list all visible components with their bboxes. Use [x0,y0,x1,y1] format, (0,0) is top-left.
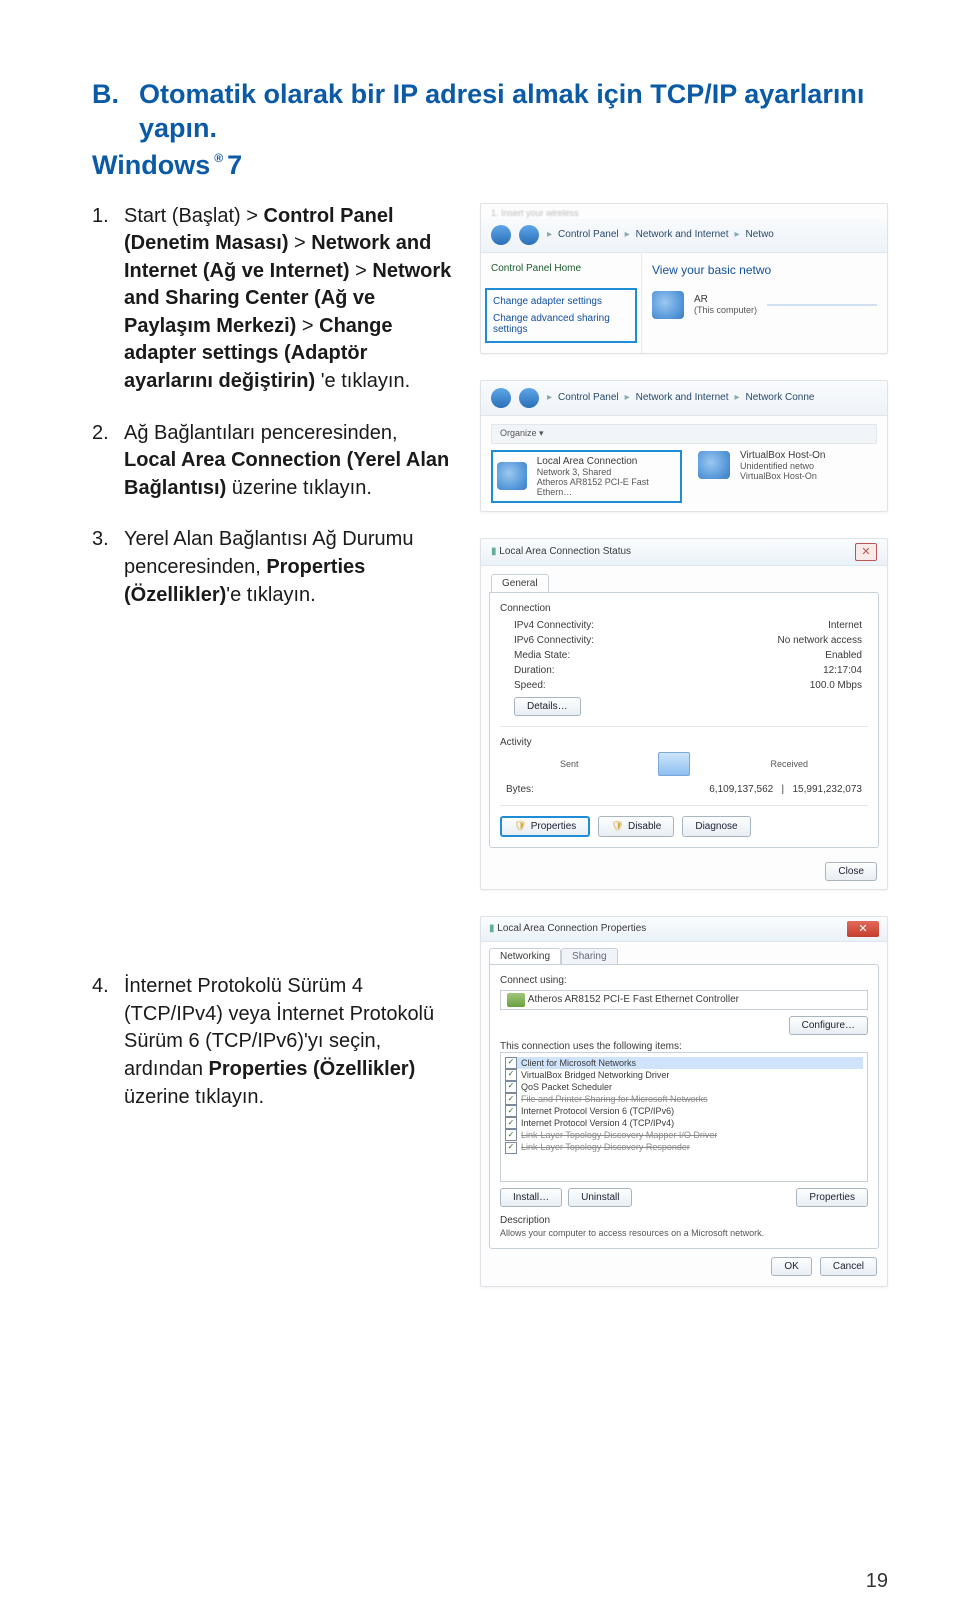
list-item[interactable]: ✓Client for Microsoft Networks [505,1057,863,1069]
screenshot-network-connections: ▸Control Panel ▸Network and Internet ▸Ne… [480,380,888,512]
group-activity: Activity [500,737,868,748]
list-item[interactable]: ✓QoS Packet Scheduler [505,1081,863,1093]
step-text: Ağ Bağlantıları penceresinden, Local Are… [124,420,452,503]
step-3: 3. Yerel Alan Bağlantısı Ağ Durumu pence… [92,526,452,609]
organize-menu[interactable]: Organize ▾ [500,428,544,439]
install-button[interactable]: Install… [500,1188,562,1207]
step-text: Start (Başlat) > Control Panel (Denetim … [124,203,452,396]
lac-name[interactable]: Local Area Connection [537,456,676,467]
subtitle: Windows ® 7 [92,150,888,181]
highlight-change-adapter: Change adapter settings Change advanced … [485,288,637,343]
monitor-icon: ▮ [489,923,495,934]
subtitle-os: Windows [92,150,210,181]
step-2: 2. Ağ Bağlantıları penceresinden, Local … [92,420,452,503]
step-text: İnternet Protokolü Sürüm 4 (TCP/IPv4) ve… [124,973,452,1111]
view-basic-heading: View your basic netwo [652,263,877,277]
list-item[interactable]: ✓File and Printer Sharing for Microsoft … [505,1093,863,1105]
monitor-icon: ▮ [491,546,497,557]
list-item[interactable]: ✓Internet Protocol Version 4 (TCP/IPv4) [505,1117,863,1129]
ok-button[interactable]: OK [771,1257,811,1276]
forward-icon[interactable] [519,388,539,408]
checkbox-icon[interactable]: ✓ [505,1142,517,1154]
properties-button[interactable]: 🛡Properties [500,816,590,837]
forward-icon[interactable] [519,225,539,245]
screenshot-lac-status: ▮ Local Area Connection Status ✕ General… [480,538,888,890]
section-label: B. [92,78,119,146]
vb-name[interactable]: VirtualBox Host-On [740,450,825,461]
window-title: Local Area Connection Status [499,546,631,557]
computer-sub: (This computer) [694,305,757,315]
computer-icon [652,291,684,319]
group-connection: Connection [500,603,868,614]
close-icon[interactable]: ✕ [847,921,879,937]
cancel-button[interactable]: Cancel [820,1257,877,1276]
list-item[interactable]: ✓Link-Layer Topology Discovery Responder [505,1141,863,1153]
description-text: Allows your computer to access resources… [500,1228,868,1238]
uses-label: This connection uses the following items… [500,1041,868,1052]
tab-networking[interactable]: Networking [489,948,561,964]
page-number: 19 [866,1570,888,1593]
section-title: Otomatik olarak bir IP adresi almak için… [139,78,888,146]
list-item[interactable]: ✓Link-Layer Topology Discovery Mapper I/… [505,1129,863,1141]
close-icon[interactable]: ✕ [855,543,877,561]
shield-icon: 🛡 [611,821,624,832]
step-1: 1. Start (Başlat) > Control Panel (Denet… [92,203,452,396]
disable-button[interactable]: 🛡Disable [598,816,674,837]
screenshot-control-panel: 1. Insert your wireless ▸Control Panel ▸… [480,203,888,354]
close-button[interactable]: Close [825,862,877,881]
checkbox-icon[interactable]: ✓ [505,1129,517,1141]
checkbox-icon[interactable]: ✓ [505,1069,517,1081]
step-num: 2. [92,420,114,503]
change-adapter-link[interactable]: Change adapter settings [493,296,629,307]
diagnose-button[interactable]: Diagnose [682,816,750,837]
step-num: 1. [92,203,114,396]
registered-mark: ® [214,152,223,164]
tab-general[interactable]: General [491,574,549,592]
details-button[interactable]: Details… [514,697,581,716]
cp-home[interactable]: Control Panel Home [491,263,631,274]
tab-sharing[interactable]: Sharing [561,948,617,964]
highlight-lac: Local Area Connection Network 3, Shared … [491,450,682,503]
breadcrumb[interactable]: ▸Control Panel ▸Network and Internet ▸Ne… [547,392,814,403]
change-adv-link[interactable]: Change advanced sharing settings [493,313,629,335]
activity-icon [658,752,690,776]
checkbox-icon[interactable]: ✓ [505,1057,517,1069]
adapter-icon[interactable] [698,451,730,479]
back-icon[interactable] [491,388,511,408]
computer-name: AR [694,294,757,305]
subtitle-ver: 7 [227,150,242,181]
step-num: 3. [92,526,114,609]
checkbox-icon[interactable]: ✓ [505,1081,517,1093]
shield-icon: 🛡 [514,821,527,832]
checkbox-icon[interactable]: ✓ [505,1093,517,1105]
step-num: 4. [92,973,114,1111]
screenshot-lac-properties: ▮ Local Area Connection Properties ✕ Net… [480,916,888,1287]
window-title: Local Area Connection Properties [497,923,646,934]
step-text: Yerel Alan Bağlantısı Ağ Durumu penceres… [124,526,452,609]
adapter-icon[interactable] [497,462,527,490]
nic-icon [507,993,525,1007]
blur-title: 1. Insert your wireless [481,204,887,218]
step-4: 4. İnternet Protokolü Sürüm 4 (TCP/IPv4)… [92,973,452,1111]
items-listbox[interactable]: ✓Client for Microsoft Networks✓VirtualBo… [500,1052,868,1182]
configure-button[interactable]: Configure… [789,1016,868,1035]
checkbox-icon[interactable]: ✓ [505,1105,517,1117]
back-icon[interactable] [491,225,511,245]
breadcrumb[interactable]: ▸Control Panel ▸Network and Internet ▸Ne… [547,229,774,240]
list-item[interactable]: ✓VirtualBox Bridged Networking Driver [505,1069,863,1081]
description-label: Description [500,1215,868,1226]
list-item[interactable]: ✓Internet Protocol Version 6 (TCP/IPv6) [505,1105,863,1117]
item-properties-button[interactable]: Properties [796,1188,868,1207]
checkbox-icon[interactable]: ✓ [505,1117,517,1129]
uninstall-button[interactable]: Uninstall [568,1188,632,1207]
nic-name: Atheros AR8152 PCI-E Fast Ethernet Contr… [528,994,739,1005]
connect-using-label: Connect using: [500,975,868,986]
